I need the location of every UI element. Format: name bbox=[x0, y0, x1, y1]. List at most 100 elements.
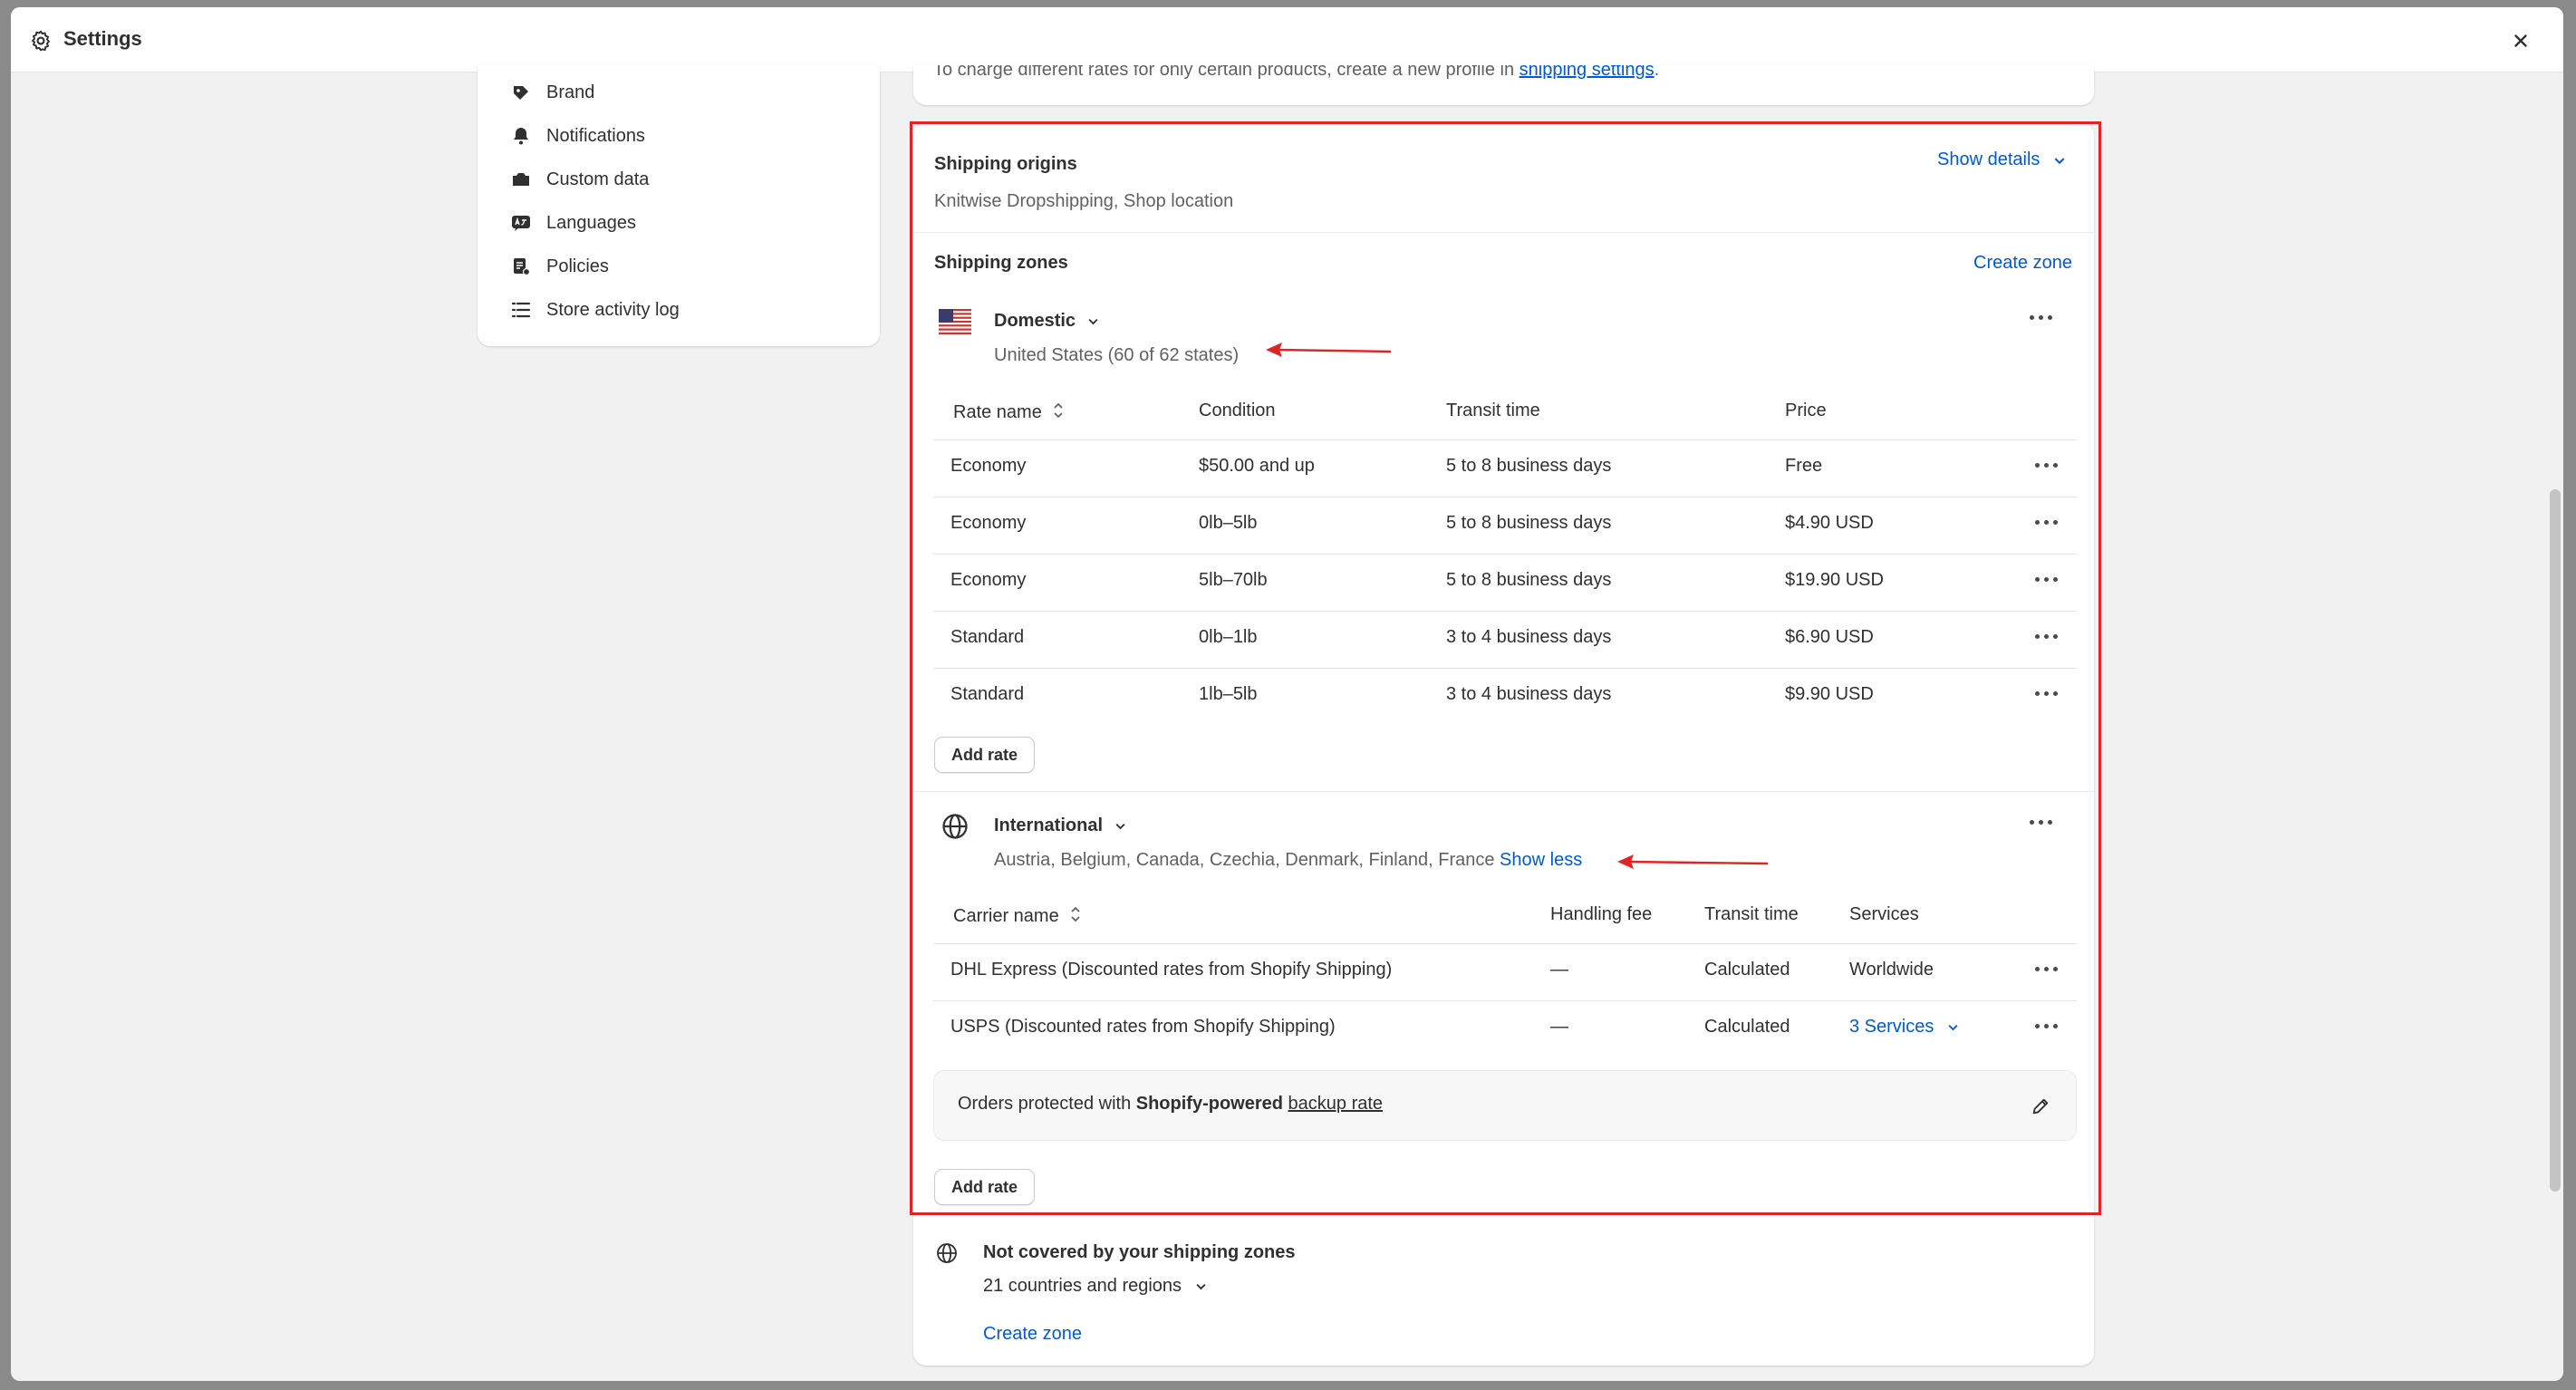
scrollbar[interactable] bbox=[2547, 72, 2563, 1381]
rate-name-cell: Economy bbox=[950, 513, 1027, 533]
backup-rate-prefix: Orders protected with bbox=[958, 1094, 1136, 1114]
condition-cell: 5lb–70lb bbox=[1199, 570, 1268, 590]
gear-icon bbox=[32, 30, 50, 52]
domestic-zone-subtitle: United States (60 of 62 states) bbox=[994, 345, 1240, 365]
sidebar-item-policies[interactable]: Policies bbox=[510, 250, 609, 283]
rate-name-cell: Economy bbox=[950, 570, 1027, 590]
window-title: Settings bbox=[63, 27, 142, 50]
sidebar-item-label: Policies bbox=[546, 256, 609, 276]
price-header: Price bbox=[1785, 401, 1827, 420]
profile-info-card: To charge different rates for only certa… bbox=[913, 65, 2094, 105]
sidebar-item-label: Languages bbox=[546, 212, 636, 233]
row-divider bbox=[933, 554, 2077, 555]
international-countries: Austria, Belgium, Canada, Czechia, Denma… bbox=[994, 850, 1495, 870]
sidebar-item-notifications[interactable]: Notifications bbox=[510, 120, 645, 152]
not-covered-dropdown[interactable]: 21 countries and regions bbox=[983, 1276, 1208, 1297]
list-icon bbox=[511, 302, 531, 318]
brand-icon bbox=[514, 86, 528, 100]
condition-cell: 0lb–1lb bbox=[1199, 627, 1258, 647]
row-more-icon[interactable] bbox=[2033, 513, 2060, 531]
not-covered-title: Not covered by your shipping zones bbox=[983, 1242, 1296, 1262]
domestic-zone-more-icon[interactable] bbox=[2028, 308, 2055, 326]
row-more-icon[interactable] bbox=[2033, 570, 2060, 588]
carrier-name-header[interactable]: Carrier name bbox=[953, 904, 1082, 927]
rate-name-cell: Standard bbox=[950, 684, 1025, 704]
domestic-zone-label: Domestic bbox=[994, 311, 1076, 331]
shipping-origins-value: Knitwise Dropshipping, Shop location bbox=[934, 191, 1234, 211]
condition-cell: 1lb–5lb bbox=[1199, 684, 1258, 704]
price-cell: $19.90 USD bbox=[1785, 570, 1884, 590]
shipping-origins-title: Shipping origins bbox=[934, 154, 1077, 174]
price-cell: $6.90 USD bbox=[1785, 627, 1874, 647]
handling-fee-cell: — bbox=[1550, 1017, 1568, 1037]
rate-name-cell: Economy bbox=[950, 456, 1027, 476]
show-details-label: Show details bbox=[1937, 150, 2041, 169]
shipping-zones-title: Shipping zones bbox=[934, 253, 1068, 273]
intl-transit-time-header: Transit time bbox=[1704, 904, 1799, 924]
international-add-rate-button[interactable]: Add rate bbox=[934, 1169, 1036, 1205]
row-divider bbox=[933, 439, 2077, 440]
international-zone-more-icon[interactable] bbox=[2028, 813, 2055, 831]
row-divider bbox=[933, 943, 2077, 944]
create-zone-link[interactable]: Create zone bbox=[1973, 253, 2072, 274]
transit-time-cell: Calculated bbox=[1704, 960, 1790, 980]
services-dropdown[interactable]: 3 Services bbox=[1849, 1017, 1960, 1038]
backup-rate-banner: Orders protected with Shopify-powered ba… bbox=[933, 1070, 2077, 1141]
profile-info-suffix: . bbox=[1654, 65, 1660, 80]
services-count: 3 Services bbox=[1849, 1017, 1934, 1037]
price-cell: $4.90 USD bbox=[1785, 513, 1874, 533]
show-less-link[interactable]: Show less bbox=[1500, 850, 1582, 870]
row-more-icon[interactable] bbox=[2033, 960, 2060, 978]
transit-time-cell: 5 to 8 business days bbox=[1446, 570, 1612, 590]
condition-cell: 0lb–5lb bbox=[1199, 513, 1258, 533]
bell-icon bbox=[514, 128, 528, 145]
row-more-icon[interactable] bbox=[2033, 684, 2060, 702]
row-more-icon[interactable] bbox=[2033, 456, 2060, 474]
row-divider bbox=[933, 668, 2077, 669]
domestic-zone-name[interactable]: Domestic bbox=[994, 311, 1100, 332]
chevron-down-icon bbox=[1115, 824, 1125, 830]
price-cell: Free bbox=[1785, 456, 1823, 476]
services-cell: Worldwide bbox=[1849, 960, 1934, 980]
sort-icon bbox=[1054, 402, 1064, 419]
sidebar-item-label: Notifications bbox=[546, 125, 645, 146]
us-flag-icon bbox=[939, 309, 971, 334]
sidebar-item-store-activity-log[interactable]: Store activity log bbox=[510, 294, 680, 326]
profile-info-text: To charge different rates for only certa… bbox=[933, 65, 1659, 81]
international-zone-subtitle: Austria, Belgium, Canada, Czechia, Denma… bbox=[994, 850, 1582, 871]
transit-time-cell: Calculated bbox=[1704, 1017, 1790, 1037]
rate-name-header[interactable]: Rate name bbox=[953, 401, 1065, 423]
custom-data-icon bbox=[513, 173, 529, 186]
row-more-icon[interactable] bbox=[2033, 1017, 2060, 1035]
row-divider bbox=[933, 611, 2077, 612]
international-zone-label: International bbox=[994, 816, 1104, 835]
shipping-card bbox=[913, 123, 2094, 1366]
not-covered-subtitle: 21 countries and regions bbox=[983, 1276, 1182, 1296]
chevron-down-icon bbox=[1196, 1284, 1206, 1290]
domestic-add-rate-button[interactable]: Add rate bbox=[934, 737, 1036, 773]
globe-icon bbox=[942, 814, 968, 839]
sidebar-item-languages[interactable]: Languages bbox=[510, 207, 636, 239]
not-covered-create-zone-link[interactable]: Create zone bbox=[983, 1324, 1082, 1345]
divider bbox=[913, 232, 2094, 233]
transit-time-cell: 3 to 4 business days bbox=[1446, 684, 1612, 704]
chevron-down-icon bbox=[1088, 319, 1098, 325]
sidebar-item-label: Brand bbox=[546, 82, 595, 102]
transit-time-header: Transit time bbox=[1446, 401, 1540, 420]
row-more-icon[interactable] bbox=[2033, 627, 2060, 645]
handling-fee-header: Handling fee bbox=[1550, 904, 1653, 924]
international-zone-name[interactable]: International bbox=[994, 816, 1127, 836]
sidebar-item-brand[interactable]: Brand bbox=[510, 76, 594, 109]
backup-rate-link[interactable]: backup rate bbox=[1288, 1094, 1384, 1114]
condition-cell: $50.00 and up bbox=[1199, 456, 1315, 476]
edit-icon[interactable] bbox=[2031, 1096, 2050, 1116]
policies-icon bbox=[514, 258, 531, 276]
shipping-settings-link[interactable]: shipping settings bbox=[1520, 65, 1655, 80]
show-details-link[interactable]: Show details bbox=[1937, 150, 2067, 170]
chevron-down-icon bbox=[1948, 1025, 1958, 1031]
sidebar-item-custom-data[interactable]: Custom data bbox=[510, 163, 649, 196]
carrier-name-cell: DHL Express (Discounted rates from Shopi… bbox=[950, 960, 1393, 980]
scrollbar-thumb[interactable] bbox=[2550, 489, 2561, 1192]
close-icon[interactable] bbox=[2511, 31, 2531, 51]
settings-sidebar: Brand Notifications Custom data Language… bbox=[478, 65, 880, 346]
